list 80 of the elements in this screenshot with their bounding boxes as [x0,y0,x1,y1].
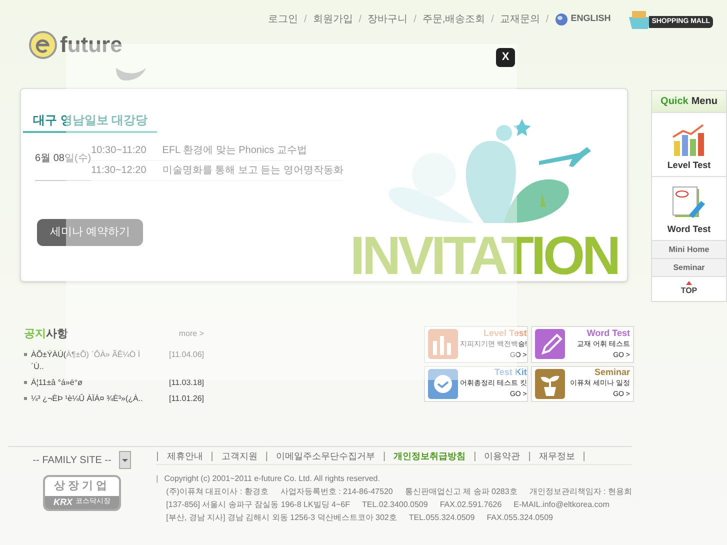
seminar-date: 6월 08일(수) [35,141,92,181]
close-button[interactable]: X [496,48,515,67]
pencil-icon [534,329,564,360]
company-info: (주)이퓨쳐 대표이사 : 황경호 [166,486,268,497]
tile-title: Word Test [586,328,630,339]
logo-text: future [60,31,122,59]
up-arrow-icon [686,281,692,285]
quick-menu-item[interactable]: Word Test [652,177,726,241]
seminar-title: 대구 영남일보 대강당 [23,111,157,133]
separator: | [382,450,386,464]
separator: | [265,450,268,464]
separator: / [358,12,362,26]
footer-link[interactable]: 재무정보 [538,450,575,464]
bar-chart-icon [671,122,707,156]
company-info: 개인정보관리책임자 : 현용희 [529,486,632,497]
copyright-text: Copyright (c) 2001~2011 e-future Co. Ltd. All rights reserved. [164,473,380,484]
footer-link[interactable]: 개인정보취급방침 [394,450,466,464]
globe-icon [554,12,568,26]
company-info: 사업자등록번호 : 214-86-47520 [280,486,393,497]
notice-link[interactable]: Á¦11±â °á»ê°ø [31,376,151,388]
company-info: FAX.055.324.0509 [486,512,553,523]
nav-link[interactable]: 주문,배송조회 [422,12,486,26]
company-info: TEL.055.324.0509 [408,512,475,523]
family-site-select[interactable]: -- FAMILY SITE -- [32,452,112,468]
notice-date: [11.04.06] [169,348,204,360]
bar-chart-icon [428,329,458,360]
separator: / [491,12,494,26]
notice-date: [11.03.18] [169,376,204,388]
separator: | [474,450,476,464]
footer-link[interactable]: 제휴안내 [166,450,203,464]
quick-menu-title: Menu [691,95,718,109]
separator: | [156,473,158,484]
quick-menu-item[interactable]: Mini Home [652,241,726,259]
session-topic: 미술명화를 통해 보고 듣는 영어명작동화 [162,164,344,178]
dropdown-icon [119,451,132,469]
separator: / [304,12,307,26]
tile-title: Test Kit [494,367,527,378]
notices-title: 사항 [46,327,68,342]
krx-logo-text: KRX [54,496,73,508]
bullet-icon [24,352,27,356]
nav-link[interactable]: 장바구니 [368,12,408,26]
company-info: [137-856] 서울시 송파구 잠실동 196-8 LK빌딩 4~6F [166,499,350,510]
bullet-icon [24,396,27,400]
separator: | [528,450,531,464]
company-info: FAX.02.591.7626 [440,499,502,510]
notice-date: [11.01.26] [169,392,204,404]
footer-link[interactable]: 이용약관 [484,450,520,464]
separator: | [582,450,586,464]
quick-menu-title: Quick [660,95,688,109]
notice-link[interactable]: ¼³ ¿¬ÈÞ ¹è¼Û ÀÏÁ¤ ¾È³»(¿À.. [31,392,151,404]
separator: | [156,450,159,464]
logo-icon [28,30,58,60]
session-topic: EFL 환경에 맞는 Phonics 교수법 [162,144,307,158]
company-info: E-MAIL.info@eltkorea.com [514,499,610,510]
footer-link[interactable]: 이메일주소무단수집거부 [276,450,375,464]
separator: / [414,12,416,26]
quick-menu-item[interactable]: Level Test [652,113,726,177]
test-paper-icon [671,184,707,220]
footer-link[interactable]: 고객지원 [221,450,258,464]
company-info: [부산, 경남 지사] 경남 김해시 외동 1256-3 덕산베스트코아 302호 [166,512,397,523]
nav-link[interactable]: 교재문의 [500,12,540,26]
tile-title: Seminar [594,367,630,378]
notices-title: 공지 [24,327,46,342]
separator: | [210,450,214,464]
session-time: 11:30~12:20 [91,164,146,178]
top-button[interactable]: TOP [652,277,726,301]
invitation-title: INVITATION [350,231,618,281]
badge-title: 상장기업 [54,479,110,494]
quick-menu-item[interactable]: Seminar [652,259,726,277]
tile-title: Level Test [484,328,527,339]
notice-link[interactable]: ÀÕ±ÝÀÚ(À¶±Õ) ´ÔÀ» ÃÊ¼Ò Ì´Ù.. [31,348,151,372]
session-time: 10:30~11:20 [91,144,146,158]
company-info: 통신판매업신고 제 송파 0283호 [404,486,518,497]
nav-link[interactable]: 로그인 [268,12,298,26]
bullet-icon [24,380,27,384]
plant-icon [534,368,564,399]
separator: / [546,12,549,26]
company-info: TEL.02.3400.0509 [362,499,428,510]
nav-link[interactable]: 회원가입 [312,12,353,26]
english-link[interactable]: ENGLISH [554,12,611,26]
